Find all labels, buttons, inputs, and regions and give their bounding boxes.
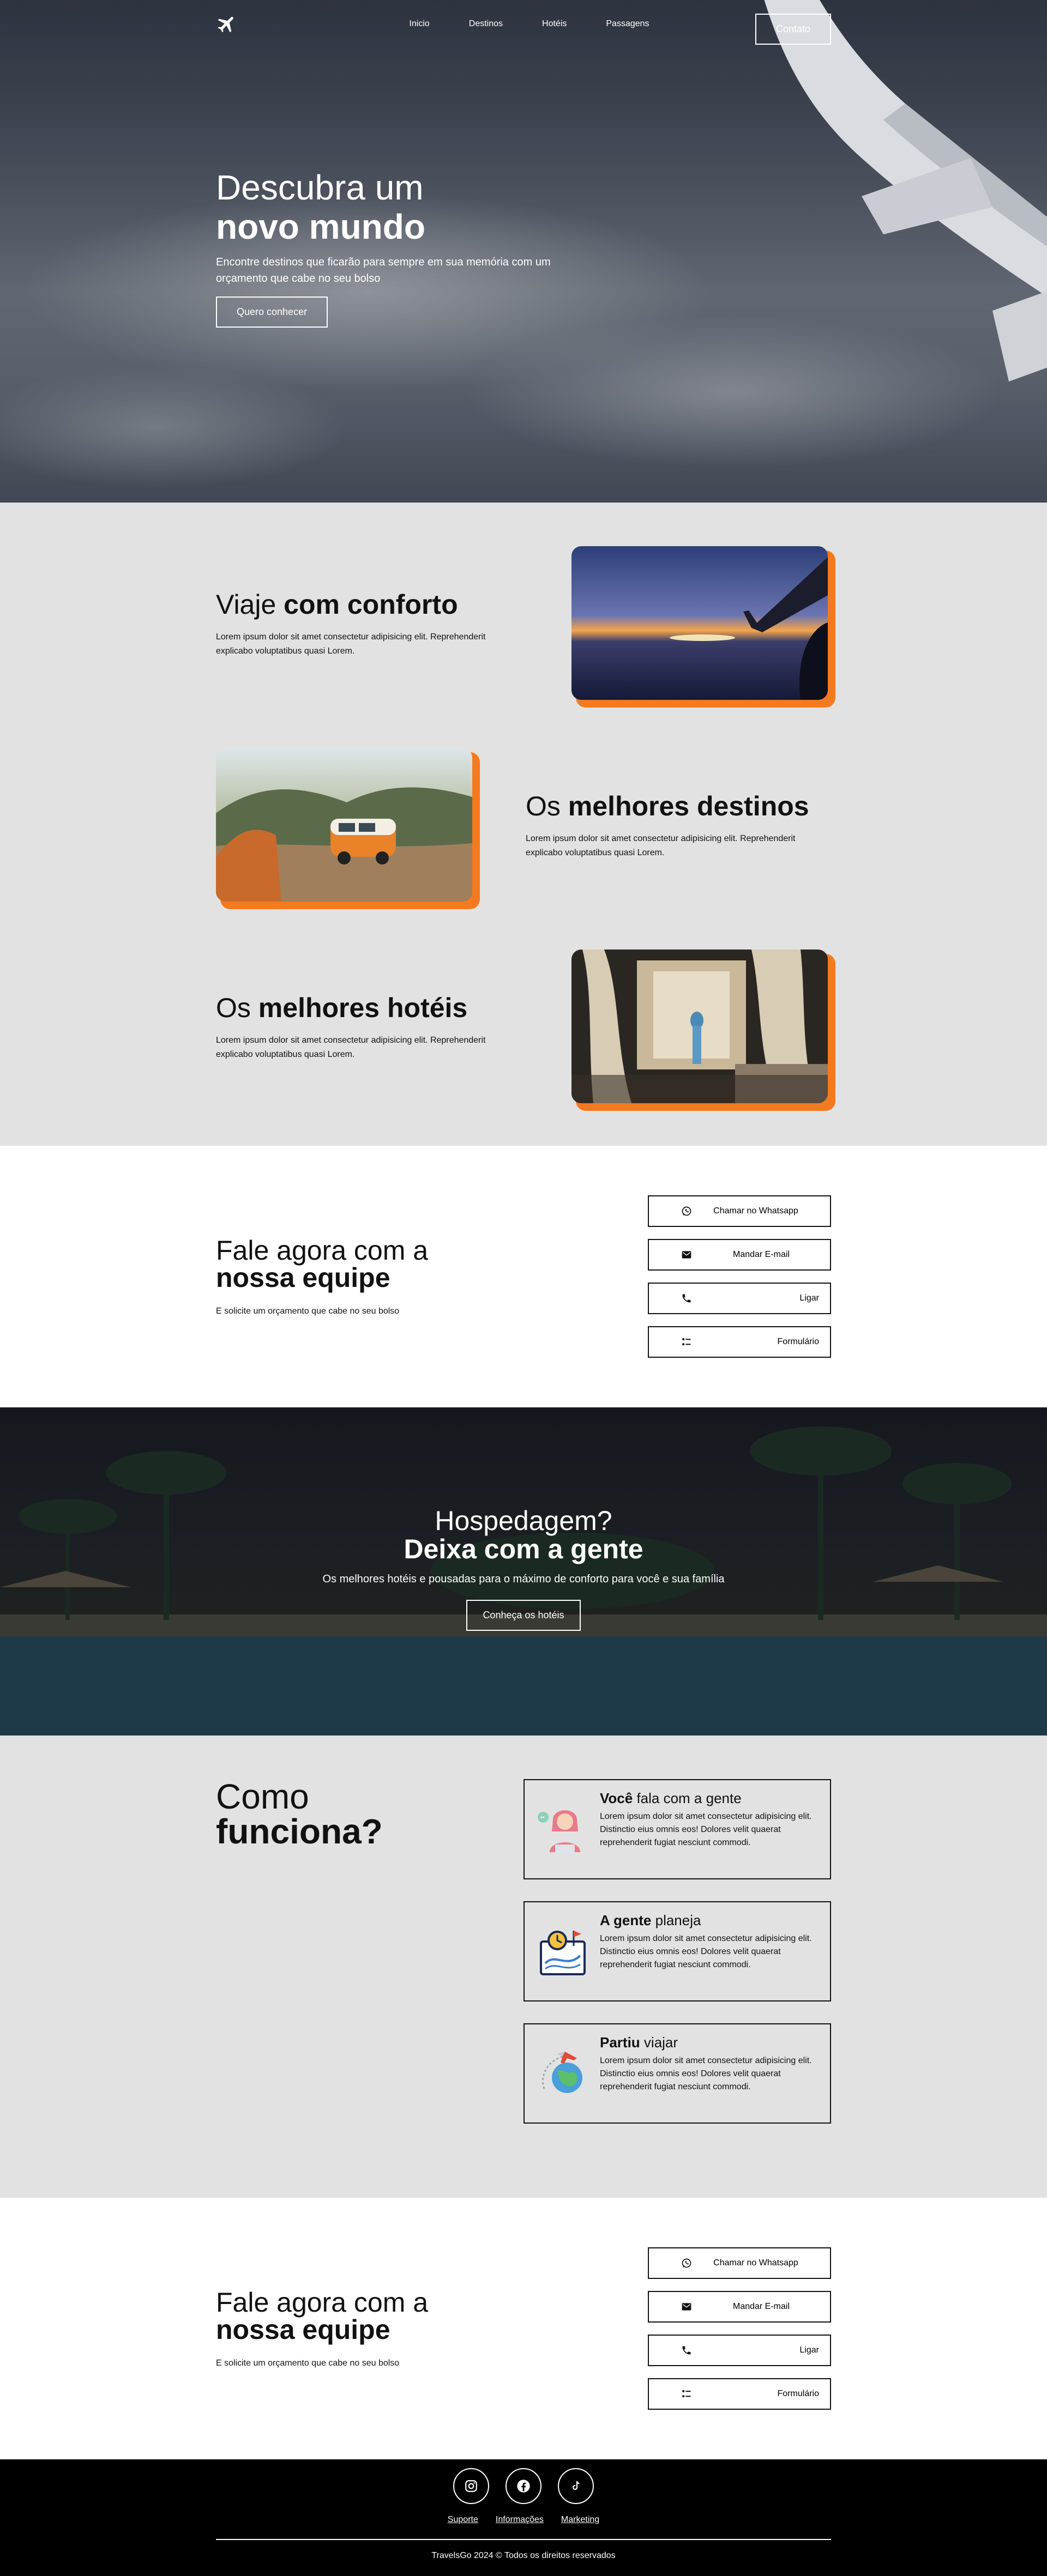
hero-title-line1: Descubra um xyxy=(216,168,424,207)
step-description: Lorem ipsum dolor sit amet consectetur a… xyxy=(600,1934,812,1969)
footer: Suporte Informações Marketing TravelsGo … xyxy=(0,2459,1047,2576)
feature-title: Os melhores hotéis xyxy=(216,993,468,1023)
globe-plane-icon xyxy=(533,2042,593,2102)
form-icon xyxy=(681,2388,693,2400)
contact-buttons: Chamar no Whatsapp Mandar E-mail Ligar F… xyxy=(648,1195,831,1358)
nav-link-hoteis[interactable]: Hotéis xyxy=(542,19,567,29)
contact-button[interactable]: Contato xyxy=(755,13,831,45)
whatsapp-button[interactable]: Chamar no Whatsapp xyxy=(648,2247,831,2279)
footer-links: Suporte Informações Marketing xyxy=(0,2515,1047,2525)
feature-title: Os melhores destinos xyxy=(526,791,809,821)
hotels-cta-button[interactable]: Conheça os hotéis xyxy=(466,1600,581,1631)
nav-link-passagens[interactable]: Passagens xyxy=(606,19,649,29)
step-card: A gente planeja Lorem ipsum dolor sit am… xyxy=(524,1901,831,2001)
whatsapp-icon xyxy=(681,2257,693,2269)
feature-comfort: Viaje com conforto Lorem ipsum dolor sit… xyxy=(216,546,835,708)
step-title: Você fala com a gente xyxy=(600,1790,742,1806)
step-title: A gente planeja xyxy=(600,1912,701,1928)
footer-divider xyxy=(216,2539,831,2540)
phone-icon xyxy=(681,1292,693,1304)
form-button[interactable]: Formulário xyxy=(648,2378,831,2410)
features-section: Viaje com conforto Lorem ipsum dolor sit… xyxy=(0,503,1047,1146)
contact-subtitle: E solicite um orçamento que cabe no seu … xyxy=(216,2359,400,2368)
hotel-banner-content: Hospedagem? Deixa com a gente Os melhore… xyxy=(0,1407,1047,1631)
phone-button[interactable]: Ligar xyxy=(648,1283,831,1314)
email-icon xyxy=(681,2301,693,2313)
hotel-subtitle: Os melhores hotéis e pousadas para o máx… xyxy=(322,1573,725,1585)
form-icon xyxy=(681,1336,693,1348)
contact-section-bottom: Fale agora com a nossa equipe E solicite … xyxy=(0,2198,1047,2459)
email-icon xyxy=(681,1249,693,1261)
sunset-airplane-photo xyxy=(571,546,835,708)
hero-cta-button[interactable]: Quero conhecer xyxy=(216,297,328,328)
steps-list: Você fala com a gente Lorem ipsum dolor … xyxy=(524,1779,831,2124)
hotel-room-photo xyxy=(571,950,835,1111)
phone-button[interactable]: Ligar xyxy=(648,2335,831,2366)
instagram-icon[interactable] xyxy=(453,2468,489,2504)
feature-hotels: Os melhores hotéis Lorem ipsum dolor sit… xyxy=(216,950,835,1111)
nav-link-destinos[interactable]: Destinos xyxy=(469,19,503,29)
feature-destinations: Os melhores destinos Lorem ipsum dolor s… xyxy=(216,748,831,909)
step-title: Partiu viajar xyxy=(600,2034,678,2051)
hotel-title-line1: Hospedagem? xyxy=(435,1505,612,1536)
nav-links: Inicio Destinos Hotéis Passagens xyxy=(409,19,649,29)
hotel-title-line2: Deixa com a gente xyxy=(404,1534,643,1564)
email-button[interactable]: Mandar E-mail xyxy=(648,2291,831,2323)
how-title-line1: Como xyxy=(216,1777,309,1816)
whatsapp-icon xyxy=(681,1205,693,1217)
airplane-logo-icon[interactable] xyxy=(216,13,238,35)
hero-section: Inicio Destinos Hotéis Passagens Contato… xyxy=(0,0,1047,503)
how-it-works-section: Como funciona? Você fala com a gente Lor… xyxy=(0,1736,1047,2198)
step-description: Lorem ipsum dolor sit amet consectetur a… xyxy=(600,1812,812,1847)
contact-buttons: Chamar no Whatsapp Mandar E-mail Ligar F… xyxy=(648,2247,831,2410)
support-agent-icon xyxy=(533,1798,593,1858)
hero-title-line2: novo mundo xyxy=(216,207,425,246)
footer-link-marketing[interactable]: Marketing xyxy=(561,2515,599,2525)
step-description: Lorem ipsum dolor sit amet consectetur a… xyxy=(600,2056,812,2091)
contact-subtitle: E solicite um orçamento que cabe no seu … xyxy=(216,1307,400,1316)
nav-link-inicio[interactable]: Inicio xyxy=(409,19,429,29)
step-card: Você fala com a gente Lorem ipsum dolor … xyxy=(524,1779,831,1879)
van-landscape-photo xyxy=(216,748,480,909)
copyright-text: TravelsGo 2024 © Todos os direitos reser… xyxy=(431,2551,616,2560)
step-card: Partiu viajar Lorem ipsum dolor sit amet… xyxy=(524,2023,831,2124)
feature-title: Viaje com conforto xyxy=(216,589,458,620)
phone-icon xyxy=(681,2344,693,2356)
hero-content: Descubra um novo mundo Encontre destinos… xyxy=(216,168,831,328)
feature-description: Lorem ipsum dolor sit amet consectetur a… xyxy=(216,632,486,656)
form-button[interactable]: Formulário xyxy=(648,1326,831,1358)
footer-link-informacoes[interactable]: Informações xyxy=(496,2515,544,2525)
whatsapp-button[interactable]: Chamar no Whatsapp xyxy=(648,1195,831,1227)
top-nav: Inicio Destinos Hotéis Passagens Contato xyxy=(216,0,831,48)
feature-description: Lorem ipsum dolor sit amet consectetur a… xyxy=(216,1036,486,1059)
email-button[interactable]: Mandar E-mail xyxy=(648,1239,831,1271)
facebook-icon[interactable] xyxy=(506,2468,541,2504)
social-links xyxy=(0,2459,1047,2504)
contact-section: Fale agora com a nossa equipe E solicite … xyxy=(0,1146,1047,1407)
hotel-banner-section: Hospedagem? Deixa com a gente Os melhore… xyxy=(0,1407,1047,1736)
how-title-line2: funciona? xyxy=(216,1812,383,1851)
contact-title: Fale agora com a nossa equipe xyxy=(216,1235,429,1293)
tiktok-icon[interactable] xyxy=(558,2468,594,2504)
footer-link-suporte[interactable]: Suporte xyxy=(448,2515,478,2525)
planning-map-icon xyxy=(533,1920,593,1980)
feature-description: Lorem ipsum dolor sit amet consectetur a… xyxy=(526,834,796,857)
contact-title: Fale agora com a nossa equipe xyxy=(216,2287,429,2345)
hero-subtitle: Encontre destinos que ficarão para sempr… xyxy=(216,256,551,285)
